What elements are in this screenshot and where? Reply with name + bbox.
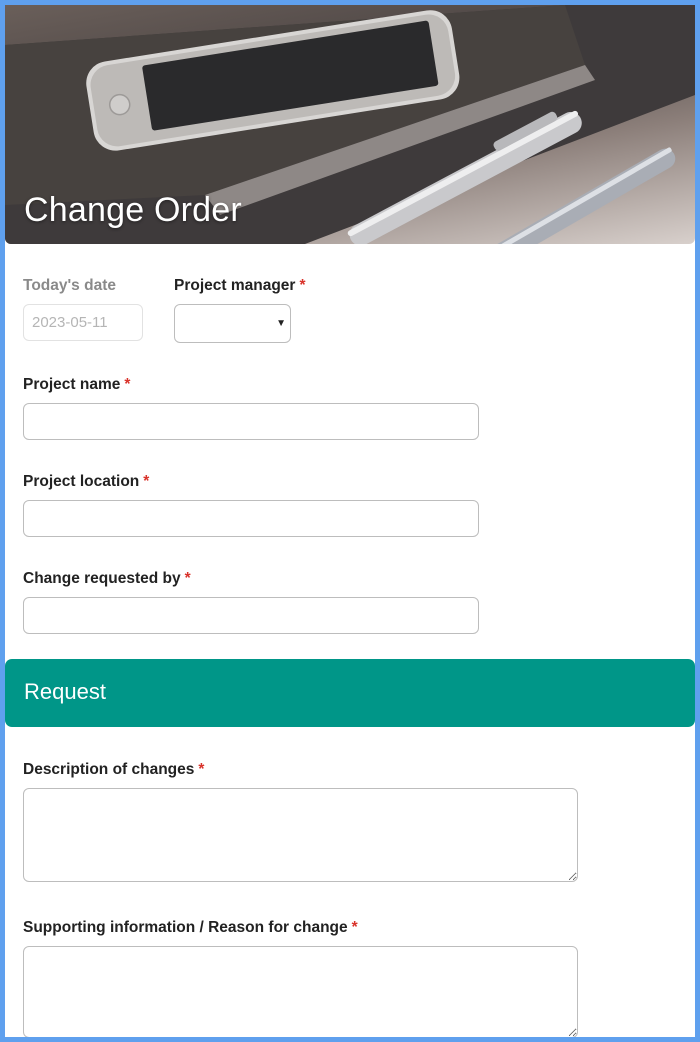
required-marker: * — [299, 277, 306, 294]
todays-date-label-text: Today's date — [23, 277, 116, 294]
request-section-title: Request — [24, 679, 106, 704]
change-requested-by-input[interactable] — [23, 597, 479, 634]
supporting-info-textarea[interactable] — [23, 946, 578, 1037]
change-requested-by-label: Change requested by * — [23, 570, 191, 588]
change-requested-by-label-text: Change requested by — [23, 570, 181, 587]
required-marker: * — [124, 376, 131, 393]
required-marker: * — [198, 761, 205, 778]
project-location-input[interactable] — [23, 500, 479, 537]
todays-date-value: 2023-05-11 — [32, 314, 108, 331]
description-label: Description of changes * — [23, 761, 204, 779]
project-manager-select[interactable]: ▼ — [174, 304, 291, 343]
project-name-input[interactable] — [23, 403, 479, 440]
chevron-down-icon: ▼ — [276, 318, 286, 329]
project-manager-label-text: Project manager — [174, 277, 296, 294]
required-marker: * — [143, 473, 150, 490]
project-location-label-text: Project location — [23, 473, 140, 490]
project-name-label-text: Project name — [23, 376, 121, 393]
project-location-label: Project location * — [23, 473, 149, 491]
request-section-header: Request — [5, 659, 695, 727]
project-name-label: Project name * — [23, 376, 130, 394]
form-frame: Change Order Today's date 2023-05-11 Pro… — [0, 0, 700, 1042]
supporting-info-label-text: Supporting information / Reason for chan… — [23, 919, 348, 936]
description-label-text: Description of changes — [23, 761, 195, 778]
header-banner: Change Order — [5, 5, 695, 244]
project-manager-label: Project manager * — [174, 277, 306, 295]
supporting-info-label: Supporting information / Reason for chan… — [23, 919, 358, 937]
todays-date-label: Today's date — [23, 277, 116, 295]
page-title: Change Order — [24, 191, 242, 229]
required-marker: * — [184, 570, 191, 587]
todays-date-field[interactable]: 2023-05-11 — [23, 304, 143, 341]
required-marker: * — [351, 919, 358, 936]
description-textarea[interactable] — [23, 788, 578, 882]
